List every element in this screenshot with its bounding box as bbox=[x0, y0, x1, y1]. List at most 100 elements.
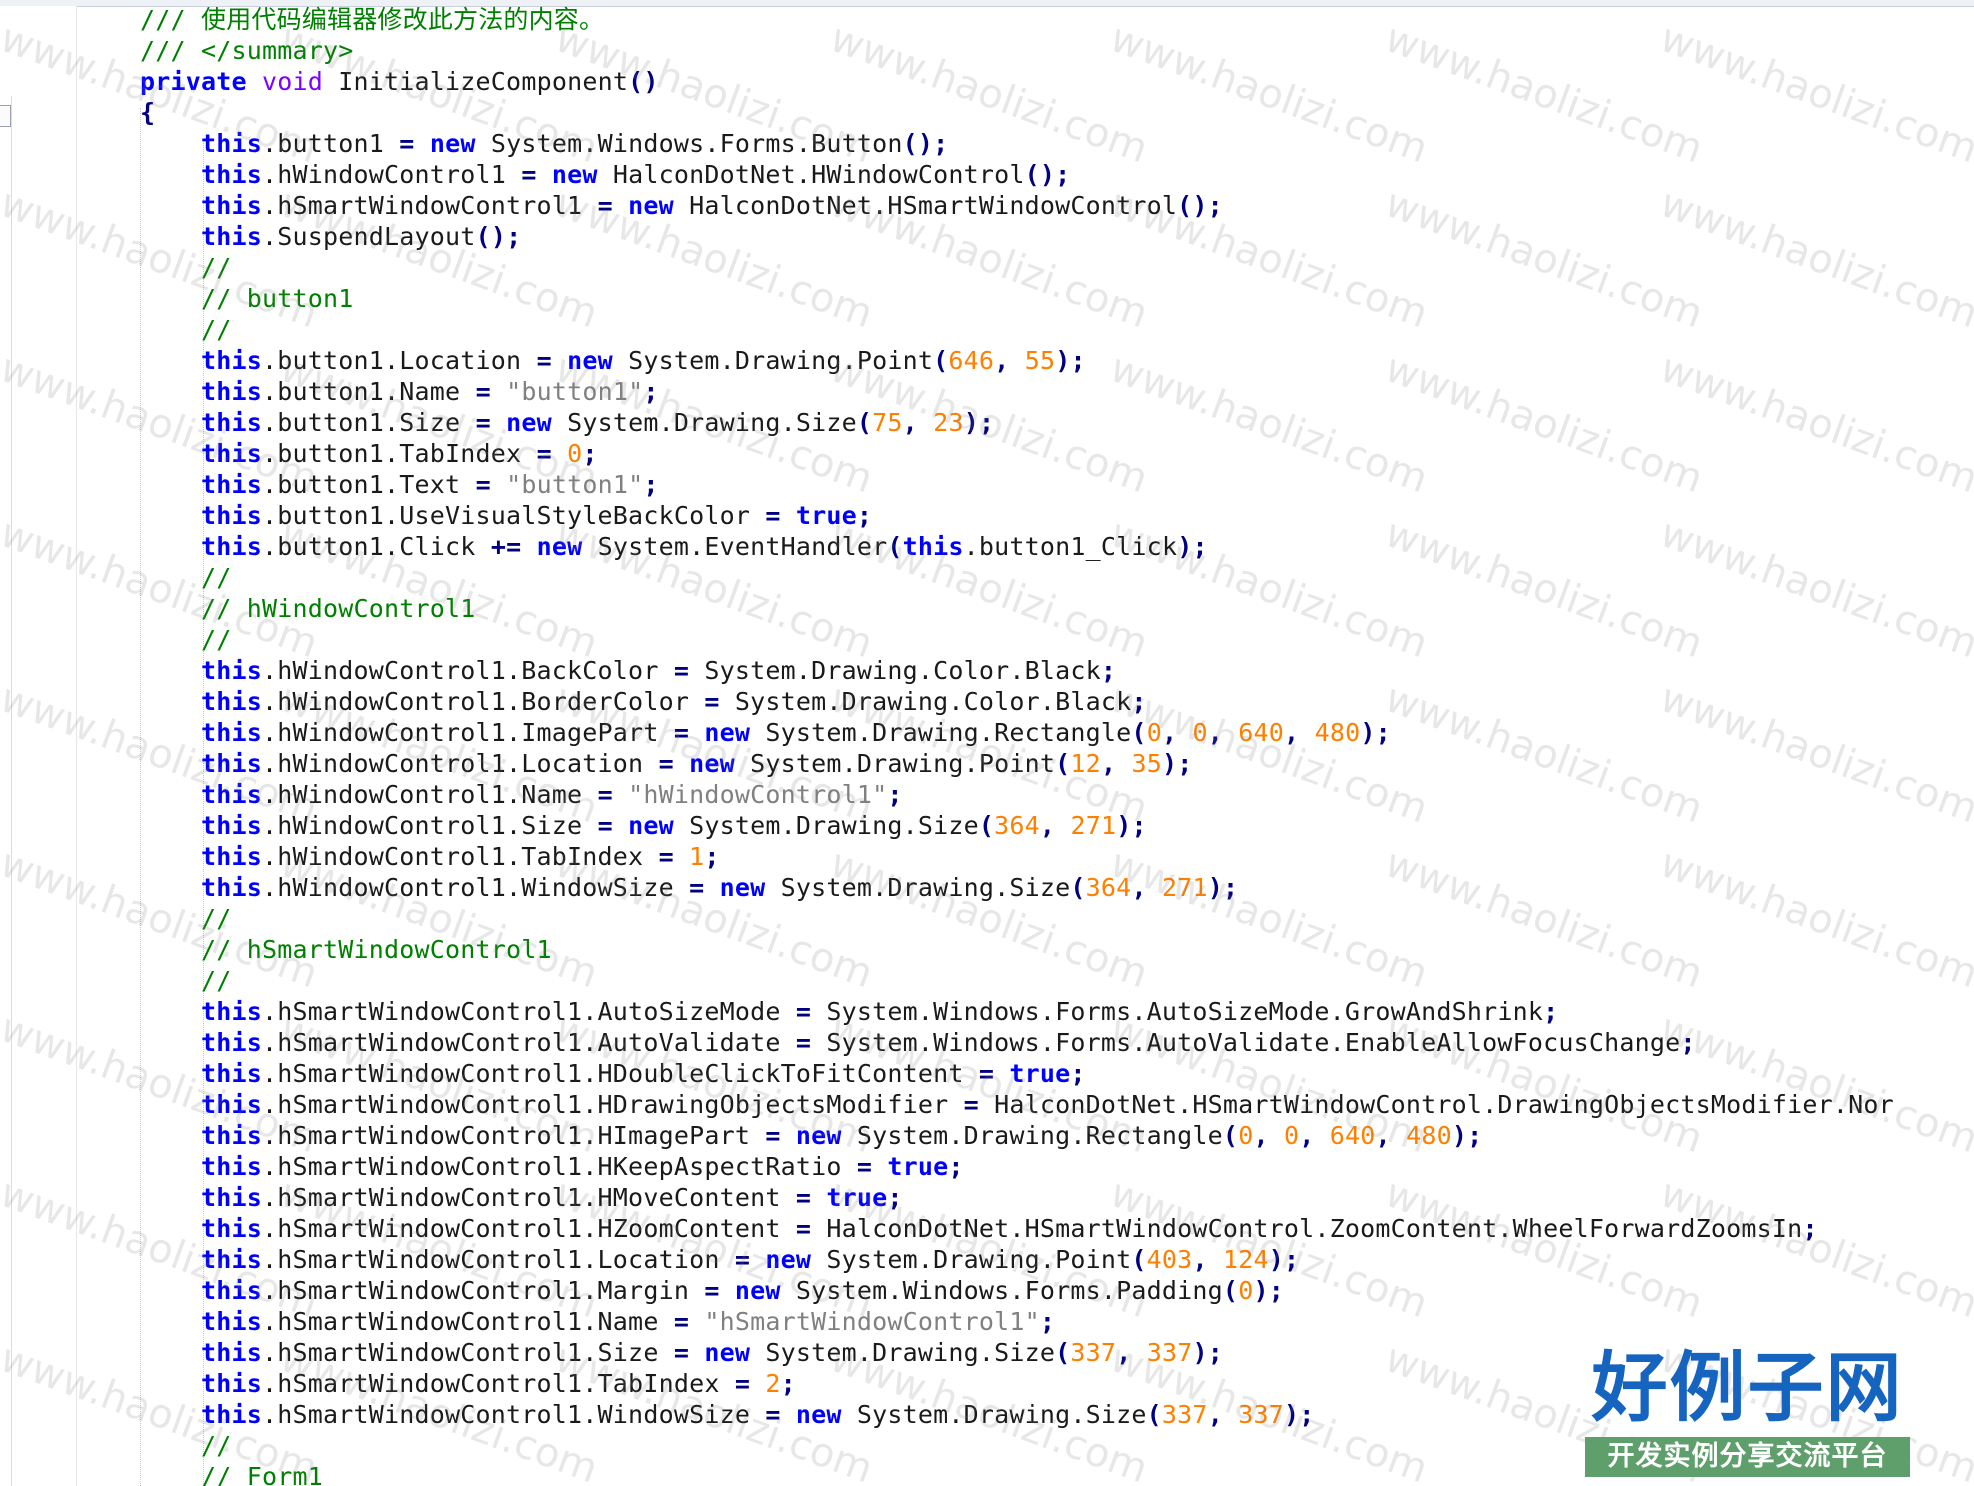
code-token: true bbox=[795, 501, 857, 530]
code-line[interactable]: // Form1 bbox=[140, 1461, 323, 1486]
code-line[interactable]: this.button1.UseVisualStyleBackColor = t… bbox=[140, 500, 872, 531]
code-token: 403 bbox=[1146, 1245, 1193, 1274]
code-line[interactable]: // bbox=[140, 624, 232, 655]
code-token: ; bbox=[704, 842, 720, 871]
watermark-text: www.haolizi.com bbox=[1654, 1005, 1974, 1163]
code-line[interactable]: this.hSmartWindowControl1.Name = "hSmart… bbox=[140, 1306, 1055, 1337]
code-token: .hWindowControl1.Name bbox=[262, 780, 598, 809]
code-line[interactable]: // hSmartWindowControl1 bbox=[140, 934, 552, 965]
code-token: = bbox=[597, 811, 613, 840]
code-line[interactable]: this.button1.Name = "button1"; bbox=[140, 376, 659, 407]
code-line[interactable]: this.button1.Location = new System.Drawi… bbox=[140, 345, 1086, 376]
code-line[interactable]: this.button1.TabIndex = 0; bbox=[140, 438, 598, 469]
code-token: this bbox=[201, 439, 263, 468]
code-line[interactable]: this.hWindowControl1.BackColor = System.… bbox=[140, 655, 1116, 686]
code-line[interactable]: this.hWindowControl1.Size = new System.D… bbox=[140, 810, 1147, 841]
code-line[interactable]: this.hWindowControl1.WindowSize = new Sy… bbox=[140, 872, 1238, 903]
code-token: = bbox=[475, 377, 491, 406]
code-line[interactable]: this.hSmartWindowControl1.HMoveContent =… bbox=[140, 1182, 903, 1213]
code-line[interactable]: private void InitializeComponent() bbox=[140, 66, 659, 97]
code-line[interactable]: this.button1.Text = "button1"; bbox=[140, 469, 659, 500]
code-token: .hSmartWindowControl1.AutoValidate bbox=[262, 1028, 796, 1057]
code-line[interactable]: this.hSmartWindowControl1.TabIndex = 2; bbox=[140, 1368, 796, 1399]
code-token: , bbox=[1161, 718, 1178, 747]
code-line[interactable]: // hWindowControl1 bbox=[140, 593, 476, 624]
code-token: = bbox=[704, 687, 720, 716]
code-line[interactable]: this.hWindowControl1.Name = "hWindowCont… bbox=[140, 779, 903, 810]
code-line[interactable]: this.SuspendLayout(); bbox=[140, 221, 521, 252]
code-token: new bbox=[536, 532, 583, 561]
watermark-text: www.haolizi.com bbox=[1379, 180, 1709, 338]
code-line[interactable]: this.hSmartWindowControl1.HKeepAspectRat… bbox=[140, 1151, 964, 1182]
code-token: 75 bbox=[872, 408, 903, 437]
code-token: new bbox=[567, 346, 613, 375]
code-token: .button1.Name bbox=[262, 377, 476, 406]
code-line[interactable]: this.button1.Click += new System.EventHa… bbox=[140, 531, 1208, 562]
code-line[interactable]: this.hSmartWindowControl1.Location = new… bbox=[140, 1244, 1299, 1275]
code-line[interactable]: this.hSmartWindowControl1.AutoValidate =… bbox=[140, 1027, 1696, 1058]
code-token: .hSmartWindowControl1.Size bbox=[262, 1338, 674, 1367]
code-line[interactable]: this.hWindowControl1.BorderColor = Syste… bbox=[140, 686, 1147, 717]
watermark-text: www.haolizi.com bbox=[1379, 345, 1709, 503]
code-line[interactable]: this.hWindowControl1.Location = new Syst… bbox=[140, 748, 1193, 779]
code-line[interactable]: this.hWindowControl1 = new HalconDotNet.… bbox=[140, 159, 1070, 190]
code-line[interactable]: this.hSmartWindowControl1.Size = new Sys… bbox=[140, 1337, 1223, 1368]
code-token: this bbox=[201, 470, 263, 499]
code-line[interactable]: this.button1 = new System.Windows.Forms.… bbox=[140, 128, 948, 159]
code-token: .hSmartWindowControl1.HDoubleClickToFitC… bbox=[262, 1059, 979, 1088]
code-token: ; bbox=[1100, 656, 1117, 685]
code-line[interactable]: this.hSmartWindowControl1 = new HalconDo… bbox=[140, 190, 1223, 221]
code-token: , bbox=[1284, 718, 1300, 747]
code-token: 0 bbox=[1283, 1121, 1300, 1150]
code-line[interactable]: this.hSmartWindowControl1.Margin = new S… bbox=[140, 1275, 1284, 1306]
code-line[interactable]: // bbox=[140, 314, 232, 345]
code-token: // bbox=[201, 1431, 232, 1460]
watermark-text: www.haolizi.com bbox=[1379, 1170, 1709, 1328]
code-line[interactable]: this.hWindowControl1.ImagePart = new Sys… bbox=[140, 717, 1391, 748]
code-token: = bbox=[597, 191, 613, 220]
code-line[interactable]: // button1 bbox=[140, 283, 354, 314]
code-token: this bbox=[201, 408, 263, 437]
code-token: ; bbox=[887, 1183, 903, 1212]
code-line[interactable]: this.hSmartWindowControl1.WindowSize = n… bbox=[140, 1399, 1315, 1430]
code-token: new bbox=[765, 1245, 812, 1274]
code-line[interactable]: // bbox=[140, 562, 232, 593]
code-line[interactable]: this.button1.Size = new System.Drawing.S… bbox=[140, 407, 994, 438]
code-line[interactable]: this.hWindowControl1.TabIndex = 1; bbox=[140, 841, 720, 872]
code-line[interactable]: this.hSmartWindowControl1.HZoomContent =… bbox=[140, 1213, 1818, 1244]
code-line[interactable]: /// 使用代码编辑器修改此方法的内容。 bbox=[140, 4, 604, 35]
code-line[interactable]: this.hSmartWindowControl1.HDrawingObject… bbox=[140, 1089, 1894, 1120]
fold-toggle-icon[interactable] bbox=[0, 105, 11, 127]
code-line[interactable]: this.hSmartWindowControl1.HDoubleClickTo… bbox=[140, 1058, 1086, 1089]
code-line[interactable]: { bbox=[140, 97, 155, 128]
code-line[interactable]: /// </summary> bbox=[140, 35, 354, 66]
code-line[interactable]: // bbox=[140, 1430, 232, 1461]
code-line[interactable]: // bbox=[140, 903, 232, 934]
code-line[interactable]: this.hSmartWindowControl1.AutoSizeMode =… bbox=[140, 996, 1558, 1027]
code-token: .hSmartWindowControl1 bbox=[262, 191, 598, 220]
code-token: System.Drawing.Size bbox=[551, 408, 857, 437]
code-editor[interactable]: /// 使用代码编辑器修改此方法的内容。/// </summary> privat… bbox=[0, 0, 1974, 1486]
code-line[interactable]: // bbox=[140, 252, 232, 283]
code-line[interactable]: this.hSmartWindowControl1.HImagePart = n… bbox=[140, 1120, 1482, 1151]
code-line[interactable]: // bbox=[140, 965, 232, 996]
code-token: // hSmartWindowControl1 bbox=[201, 935, 552, 964]
code-token: new bbox=[795, 1400, 842, 1429]
code-token: 0 bbox=[1238, 1276, 1254, 1305]
code-token: ); bbox=[1192, 1338, 1223, 1367]
code-token: , bbox=[1192, 1245, 1208, 1274]
